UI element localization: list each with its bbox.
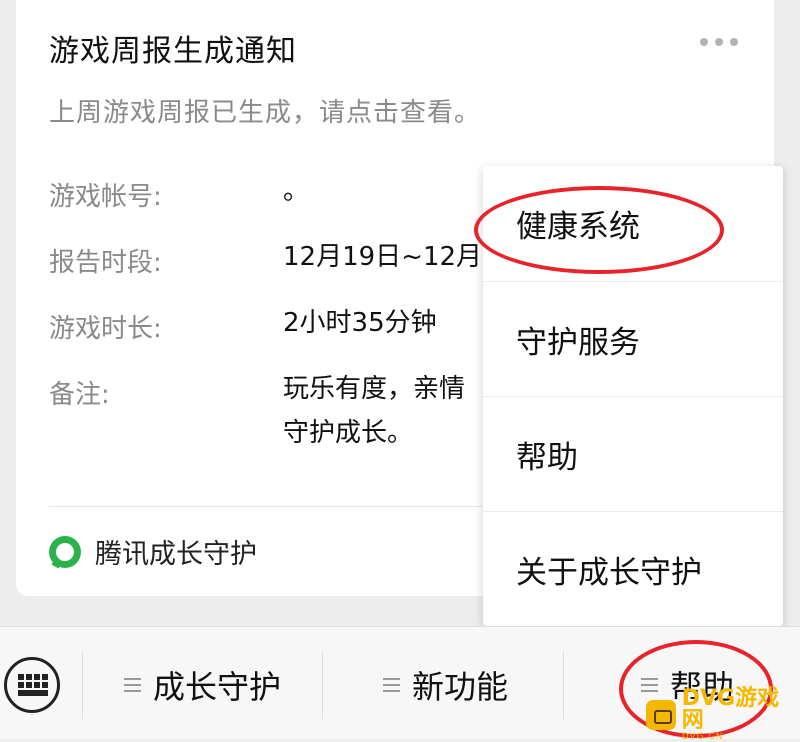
watermark-logo-icon <box>646 700 676 730</box>
row-value-line2: 守护成长。 <box>283 418 414 448</box>
brand-name: 腾讯成长守护 <box>95 539 257 570</box>
separator <box>322 651 323 719</box>
row-value: 。 <box>283 176 310 206</box>
row-label: 游戏时长: <box>49 314 162 344</box>
popup-menu: 健康系统 守护服务 帮助 关于成长守护 <box>483 166 783 626</box>
row-label: 报告时段: <box>49 248 162 278</box>
tab-label: 成长守护 <box>153 668 282 706</box>
tab-label: 新功能 <box>412 668 509 706</box>
menu-item-guardian-service[interactable]: 守护服务 <box>483 281 783 396</box>
card-subtitle: 上周游戏周报已生成，请点击查看。 <box>49 98 482 128</box>
row-value: 2小时35分钟 <box>283 308 437 338</box>
card-title: 游戏周报生成通知 <box>49 34 297 69</box>
more-dots-icon[interactable] <box>700 38 738 46</box>
row-value: 12月19日~12月 <box>283 242 483 272</box>
watermark-text: DVG游戏网 <box>681 686 780 733</box>
row-label: 游戏帐号: <box>49 182 162 212</box>
menu-item-help[interactable]: 帮助 <box>483 396 783 511</box>
row-label: 备注: <box>49 380 110 410</box>
menu-lines-icon <box>124 678 141 692</box>
tab-growth-guardian[interactable]: 成长守护 <box>124 655 281 715</box>
tab-new-features[interactable]: 新功能 <box>383 655 508 715</box>
row-value: 玩乐有度，亲情 <box>283 374 466 404</box>
separator <box>563 651 564 719</box>
brand-footer[interactable]: 腾讯成长守护 <box>49 532 257 571</box>
watermark-subtext: DVG.CN <box>681 732 724 742</box>
keyboard-icon[interactable] <box>4 657 60 713</box>
menu-lines-icon <box>383 678 400 692</box>
menu-item-about[interactable]: 关于成长守护 <box>483 511 783 626</box>
watermark: DVG游戏网 DVG.CN <box>646 688 800 742</box>
menu-item-health-system[interactable]: 健康系统 <box>483 166 783 281</box>
brand-logo-icon <box>49 535 81 568</box>
separator <box>82 651 83 719</box>
